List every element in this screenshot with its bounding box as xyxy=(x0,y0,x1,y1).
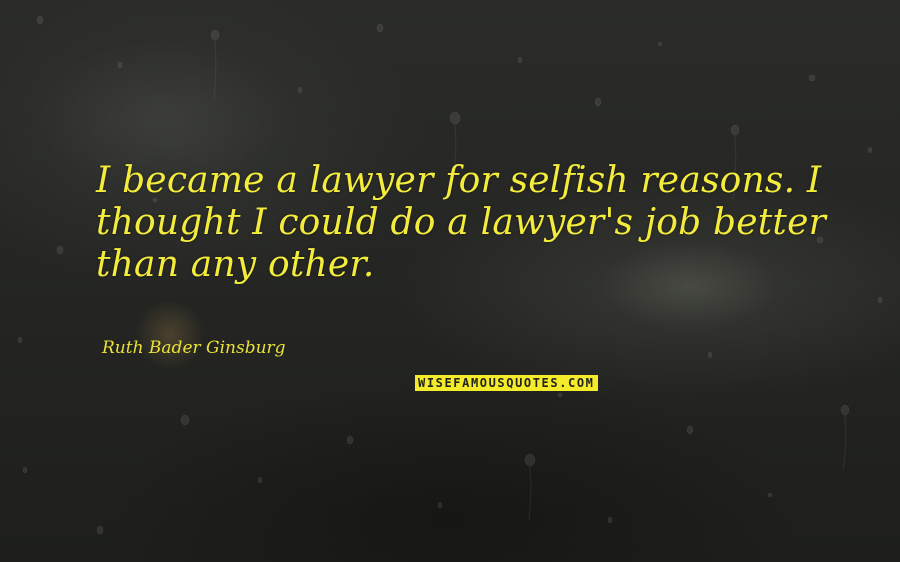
author-name: Ruth Bader Ginsburg xyxy=(102,338,286,358)
brand-logo-text: WISEFAMOUSQUOTES.COM xyxy=(418,376,595,390)
brand-logo[interactable]: WISEFAMOUSQUOTES.COM xyxy=(415,375,598,391)
bokeh-light xyxy=(135,300,205,370)
quote-text: I became a lawyer for selfish reasons. I… xyxy=(96,160,826,285)
quote-card: I became a lawyer for selfish reasons. I… xyxy=(0,0,900,562)
